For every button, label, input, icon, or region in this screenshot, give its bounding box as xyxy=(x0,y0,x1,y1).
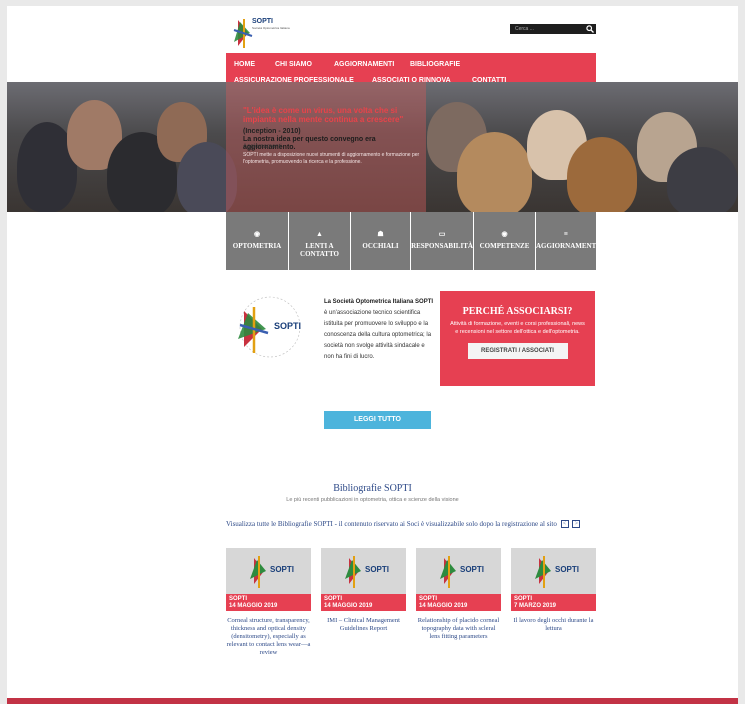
why-body: Attività di formazione, eventi e corsi p… xyxy=(450,321,585,335)
lens-icon: ▲ xyxy=(316,230,323,238)
hero-description: SOPTI mette a disposizione nuovi strumen… xyxy=(243,152,420,165)
why-join-box: PERCHÉ ASSOCIARSI? Attività di formazion… xyxy=(440,291,595,386)
prev-page-button[interactable]: < xyxy=(560,520,569,529)
nav-chi-siamo[interactable]: CHI SIAMO xyxy=(275,61,312,68)
bibliografie-note-text[interactable]: Visualizza tutte le Bibliografie SOPTI -… xyxy=(226,520,557,528)
hero-subtitle: Aggiornamenti xyxy=(243,144,282,150)
category-aggiornamenti[interactable]: ≡ AGGIORNAMENTI xyxy=(536,212,596,270)
bibliography-card[interactable]: SOPTI SOPTI 14 MAGGIO 2019 Corneal struc… xyxy=(226,548,311,657)
bibliografie-note: Visualizza tutte le Bibliografie SOPTI -… xyxy=(226,519,596,529)
bibliography-card[interactable]: SOPTI SOPTI 7 MARZO 2019 Il lavoro degli… xyxy=(511,548,596,633)
card-thumbnail[interactable]: SOPTI xyxy=(226,548,311,594)
category-occhiali[interactable]: ☗ OCCHIALI xyxy=(351,212,411,270)
nav-home[interactable]: HOME xyxy=(234,61,255,68)
list-icon: ≡ xyxy=(564,230,568,238)
category-lenti-a-contatto[interactable]: ▲ LENTI A CONTATTO xyxy=(289,212,351,270)
category-responsabilita[interactable]: ▭ RESPONSABILITÀ xyxy=(411,212,474,270)
card-meta: SOPTI 14 MAGGIO 2019 xyxy=(226,594,311,611)
category-competenze[interactable]: ◉ COMPETENZE xyxy=(474,212,536,270)
why-title: PERCHÉ ASSOCIARSI? xyxy=(462,306,573,317)
glasses-icon: ☗ xyxy=(377,230,384,238)
card-title[interactable]: Corneal structure, transparency, thickne… xyxy=(226,617,311,657)
card-thumbnail[interactable]: SOPTI xyxy=(416,548,501,594)
card-meta: SOPTI 14 MAGGIO 2019 xyxy=(416,594,501,611)
eye-icon: ◉ xyxy=(501,230,508,238)
hero-year: (Inception - 2010) xyxy=(243,128,301,135)
footer-bar xyxy=(7,698,738,704)
search-icon[interactable] xyxy=(586,25,594,33)
next-page-button[interactable]: > xyxy=(572,520,581,529)
category-bar: ◉ OPTOMETRIA ▲ LENTI A CONTATTO ☗ OCCHIA… xyxy=(226,212,596,270)
card-thumbnail[interactable]: SOPTI xyxy=(511,548,596,594)
bibliography-card[interactable]: SOPTI SOPTI 14 MAGGIO 2019 IMI – Clinica… xyxy=(321,548,406,633)
about-lead: La Società Optometrica Italiana SOPTI xyxy=(324,299,434,305)
card-title[interactable]: IMI – Clinical Management Guidelines Rep… xyxy=(321,617,406,633)
svg-text:SOPTI: SOPTI xyxy=(270,565,294,574)
svg-text:SOPTI: SOPTI xyxy=(460,565,484,574)
logo-text: SOPTI Società Optometrica Italiana xyxy=(252,18,290,30)
bibliografie-subtitle: Le più recenti pubblicazioni in optometr… xyxy=(286,497,459,503)
card-title[interactable]: Relationship of placido corneal topograp… xyxy=(416,617,501,641)
card-icon: ▭ xyxy=(438,230,446,238)
read-more-button[interactable]: LEGGI TUTTO xyxy=(324,411,431,429)
page: SOPTI Società Optometrica Italiana Cerca… xyxy=(7,6,738,704)
hero-quote: "L'idea è come un virus, una volta che s… xyxy=(243,106,404,124)
card-meta: SOPTI 14 MAGGIO 2019 xyxy=(321,594,406,611)
search-input[interactable]: Cerca ... xyxy=(510,24,596,34)
bibliografie-title: Bibliografie SOPTI xyxy=(333,483,412,494)
about-body: è un'associazione tecnico scientifica is… xyxy=(324,310,432,360)
card-title[interactable]: Il lavoro degli occhi durante la lettura xyxy=(511,617,596,633)
register-button[interactable]: REGISTRATI / ASSOCIATI xyxy=(467,343,568,359)
sopti-round-logo: SOPTI xyxy=(230,291,316,361)
about-text: La Società Optometrica Italiana SOPTI è … xyxy=(324,297,436,363)
nav-aggiornamenti[interactable]: AGGIORNAMENTI xyxy=(334,61,394,68)
eye-icon: ◉ xyxy=(253,230,261,238)
svg-text:SOPTI: SOPTI xyxy=(365,565,389,574)
bibliography-card[interactable]: SOPTI SOPTI 14 MAGGIO 2019 Relationship … xyxy=(416,548,501,641)
svg-text:SOPTI: SOPTI xyxy=(555,565,579,574)
card-thumbnail[interactable]: SOPTI xyxy=(321,548,406,594)
card-meta: SOPTI 7 MARZO 2019 xyxy=(511,594,596,611)
category-optometria[interactable]: ◉ OPTOMETRIA xyxy=(226,212,289,270)
svg-text:SOPTI: SOPTI xyxy=(274,321,301,331)
nav-bibliografie[interactable]: BIBLIOGRAFIE xyxy=(410,61,460,68)
hero-banner: "L'idea è come un virus, una volta che s… xyxy=(7,82,738,212)
